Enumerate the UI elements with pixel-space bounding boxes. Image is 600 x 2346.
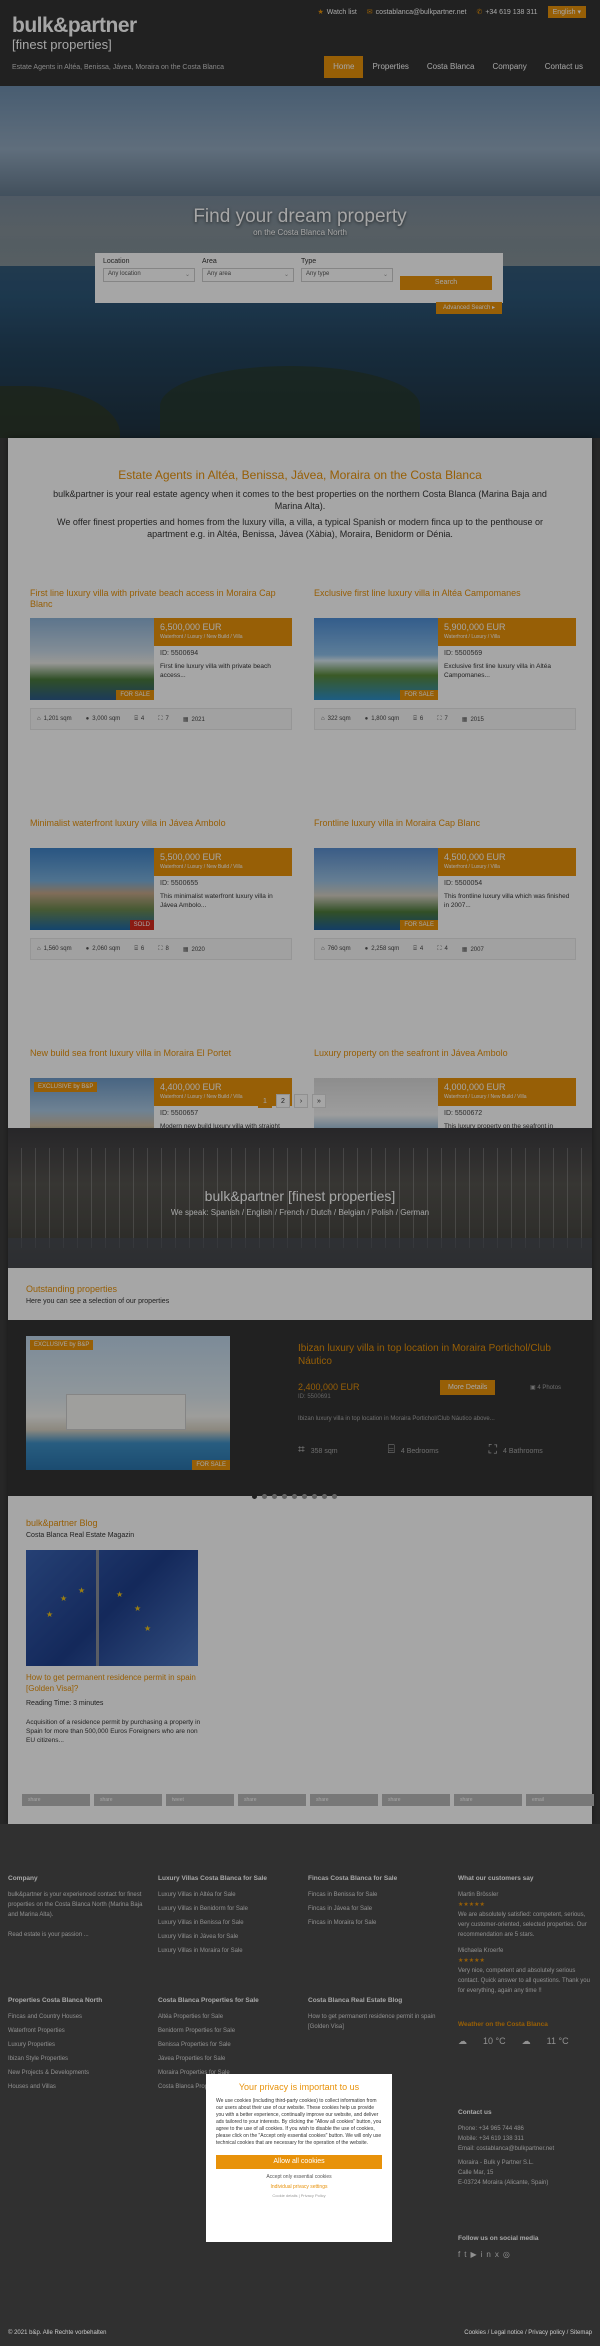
modal-overlay <box>0 0 600 2346</box>
cookie-dialog: Your privacy is important to us We use c… <box>206 2074 392 2242</box>
copyright: © 2021 b&p. Alle Rechte vorbehalten <box>8 2330 107 2336</box>
cookie-text: We use cookies (including third-party co… <box>216 2098 382 2146</box>
allow-all-cookies-button[interactable]: Allow all cookies <box>216 2155 382 2169</box>
cookie-links[interactable]: Cookie details | Privacy Policy <box>216 2193 382 2198</box>
legal-links[interactable]: Cookies / Legal notice / Privacy policy … <box>464 2330 592 2336</box>
individual-privacy-settings-link[interactable]: Individual privacy settings <box>216 2184 382 2190</box>
cookie-title: Your privacy is important to us <box>238 2082 360 2092</box>
accept-essential-cookies-button[interactable]: Accept only essential cookies <box>216 2174 382 2180</box>
